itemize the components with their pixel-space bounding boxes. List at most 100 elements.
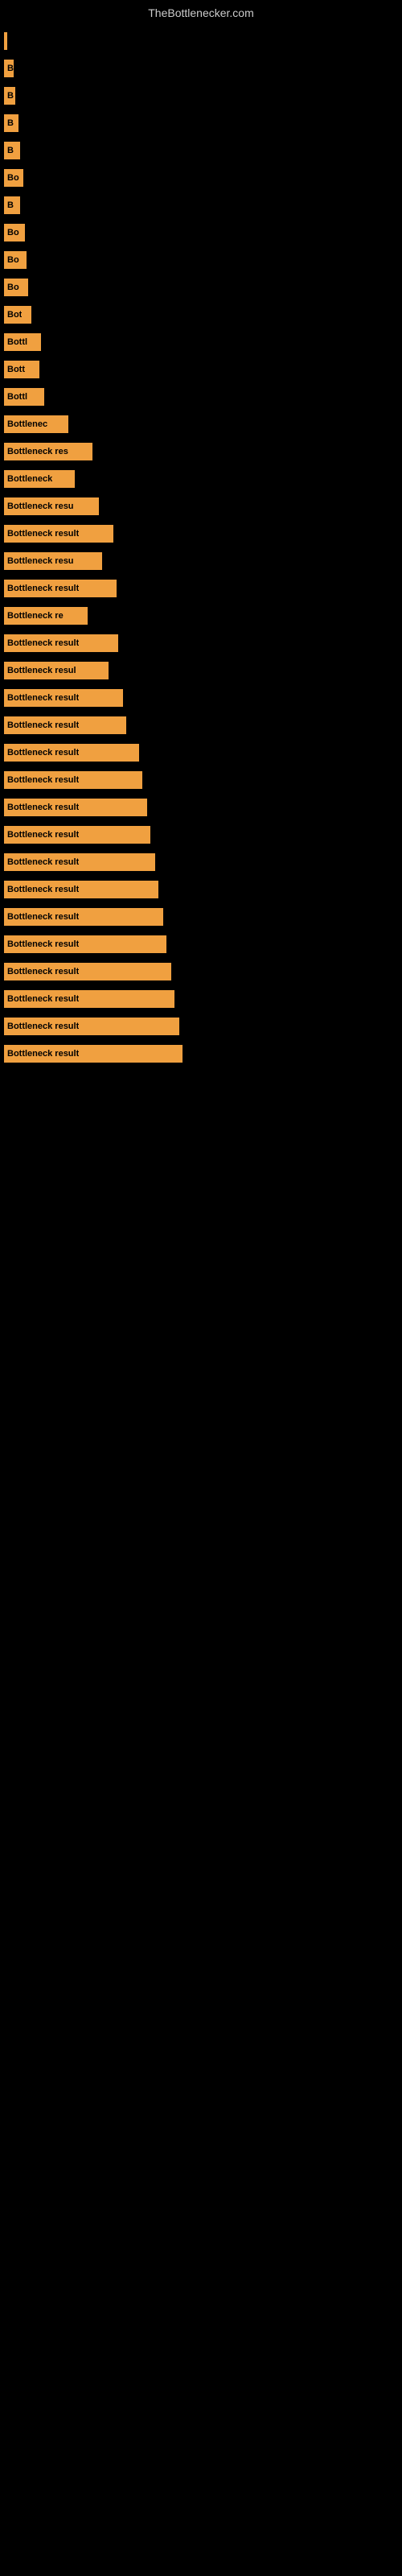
- bar: Bot: [4, 306, 31, 324]
- bar-row: B: [4, 113, 402, 134]
- bar-label: Bottleneck resu: [7, 556, 74, 566]
- bar-label: Bo: [7, 255, 19, 265]
- bar-row: Bottleneck resu: [4, 551, 402, 572]
- bar-row: B: [4, 85, 402, 106]
- bar-label: Bottleneck result: [7, 693, 79, 703]
- bar-label: Bottl: [7, 337, 27, 347]
- bar: Bottleneck re: [4, 607, 88, 625]
- bar-label: B: [7, 146, 14, 155]
- bar-label: Bottleneck resu: [7, 502, 74, 511]
- bar: Bottleneck result: [4, 771, 142, 789]
- bar-row: Bottleneck result: [4, 1016, 402, 1037]
- bar-row: B: [4, 140, 402, 161]
- bar-label: Bottleneck result: [7, 1022, 79, 1031]
- site-title: TheBottlenecker.com: [0, 0, 402, 23]
- bar: B: [4, 142, 20, 159]
- bar-label: Bottleneck result: [7, 885, 79, 894]
- bar-label: Bot: [7, 310, 22, 320]
- bar: Bottleneck result: [4, 853, 155, 871]
- bar-row: Bottleneck result: [4, 1043, 402, 1064]
- bar: B: [4, 60, 14, 77]
- bar-label: Bottleneck result: [7, 638, 79, 648]
- bar: B: [4, 196, 20, 214]
- bar-row: [4, 31, 402, 52]
- bar-row: Bottleneck result: [4, 578, 402, 599]
- bar-label: Bottleneck result: [7, 529, 79, 539]
- bar: Bo: [4, 224, 25, 242]
- bar: Bottl: [4, 388, 44, 406]
- bar: Bottleneck resu: [4, 497, 99, 515]
- bar-row: Bottleneck resul: [4, 660, 402, 681]
- bar: Bo: [4, 279, 28, 296]
- bar-label: Bottleneck resul: [7, 666, 76, 675]
- bar: B: [4, 114, 18, 132]
- bar-label: Bottleneck: [7, 474, 52, 484]
- bar: [4, 32, 7, 50]
- bar: Bott: [4, 361, 39, 378]
- bar-row: Bottleneck result: [4, 879, 402, 900]
- bar-label: Bo: [7, 228, 19, 237]
- bar-row: Bott: [4, 359, 402, 380]
- bar-label: B: [7, 118, 14, 128]
- bar-label: Bottleneck result: [7, 720, 79, 730]
- bar-label: Bottlenec: [7, 419, 47, 429]
- bar-row: Bottleneck: [4, 469, 402, 489]
- bar: Bottleneck result: [4, 716, 126, 734]
- bar-row: Bo: [4, 277, 402, 298]
- bar: Bo: [4, 251, 27, 269]
- bar-label: Bottleneck result: [7, 584, 79, 593]
- bar-row: Bo: [4, 222, 402, 243]
- bar-row: Bottleneck result: [4, 770, 402, 791]
- bar-label: Bottleneck re: [7, 611, 64, 621]
- bar-row: Bottl: [4, 332, 402, 353]
- bar-label: Bottleneck result: [7, 803, 79, 812]
- bar-row: Bottleneck res: [4, 441, 402, 462]
- bar-row: Bottleneck re: [4, 605, 402, 626]
- bar-row: Bot: [4, 304, 402, 325]
- bar-row: Bottleneck result: [4, 934, 402, 955]
- bar: Bottleneck result: [4, 744, 139, 762]
- bar-label: Bottleneck result: [7, 1049, 79, 1059]
- bar-row: B: [4, 58, 402, 79]
- bar-row: Bottleneck result: [4, 906, 402, 927]
- bar-label: Bottleneck result: [7, 830, 79, 840]
- bar: Bottleneck result: [4, 580, 117, 597]
- bar-label: Bo: [7, 173, 19, 183]
- bar-row: Bottleneck result: [4, 715, 402, 736]
- bar-row: Bottleneck result: [4, 961, 402, 982]
- bar: Bottleneck result: [4, 881, 158, 898]
- bar-row: Bo: [4, 167, 402, 188]
- bar: Bottlenec: [4, 415, 68, 433]
- bar: Bottleneck result: [4, 963, 171, 980]
- bar-row: Bottleneck result: [4, 742, 402, 763]
- bar: Bottleneck result: [4, 990, 174, 1008]
- bar-row: Bottlenec: [4, 414, 402, 435]
- bar: Bottleneck result: [4, 826, 150, 844]
- bar-label: B: [7, 91, 14, 101]
- bar-row: Bottleneck result: [4, 633, 402, 654]
- bar-label: Bottleneck result: [7, 912, 79, 922]
- bar-label: Bottleneck result: [7, 967, 79, 976]
- bar-label: Bottl: [7, 392, 27, 402]
- bar: Bottleneck result: [4, 525, 113, 543]
- bar-label: Bottleneck result: [7, 994, 79, 1004]
- bar: Bottleneck res: [4, 443, 92, 460]
- bar-row: Bottleneck result: [4, 687, 402, 708]
- bar: Bottleneck result: [4, 689, 123, 707]
- bar-label: Bo: [7, 283, 19, 292]
- bar-row: Bottleneck result: [4, 523, 402, 544]
- bar: Bottleneck: [4, 470, 75, 488]
- bar-row: Bottleneck result: [4, 852, 402, 873]
- bar-label: B: [7, 64, 14, 73]
- bar: Bo: [4, 169, 23, 187]
- bar: B: [4, 87, 15, 105]
- bar-row: Bottleneck result: [4, 989, 402, 1009]
- bar: Bottleneck result: [4, 799, 147, 816]
- bars-container: B B B B Bo B Bo Bo Bo Bot Bottl Bott Bottl Bottlenec B…: [0, 23, 402, 1071]
- bar-label: B: [7, 200, 14, 210]
- bar-label: Bottleneck result: [7, 775, 79, 785]
- bar-label: Bottleneck result: [7, 939, 79, 949]
- bar: Bottleneck result: [4, 1045, 183, 1063]
- bar: Bottleneck resu: [4, 552, 102, 570]
- bar-row: Bottl: [4, 386, 402, 407]
